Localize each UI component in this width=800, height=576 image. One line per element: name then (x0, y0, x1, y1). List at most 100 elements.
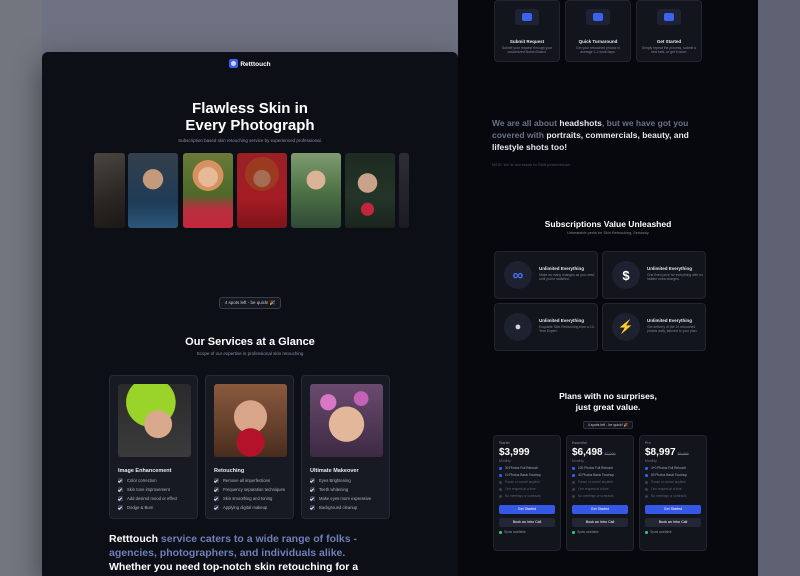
perk-title: Unlimited Everything (539, 266, 585, 271)
plan-price-value: $8,997 (645, 447, 676, 458)
service-image (118, 384, 191, 457)
plan-feature-text: Pause or cancel anytime (505, 480, 540, 484)
plan-feature: Pause or cancel anytime (572, 480, 628, 484)
plan-feature-text: One request at a time (505, 487, 536, 491)
plan-availability: Spots available (499, 530, 555, 534)
step-title: Get Started (656, 39, 682, 44)
bullet-icon (645, 480, 648, 484)
perk-card: ⚡ Unlimited Everything Get delivery of t… (602, 303, 706, 351)
plan-card-essential: Essential $6,498 $7,000 Monthly 100 Photo… (566, 435, 634, 551)
plan-availability-text: Spots available (577, 530, 599, 534)
person-icon: ● (504, 313, 532, 341)
audience-part2: Whether you need top-notch skin retouchi… (109, 561, 359, 573)
audience-brand: Retttouch (109, 533, 158, 545)
perk-title: Unlimited Everything (539, 318, 585, 323)
brand-logo[interactable]: Retttouch (42, 59, 458, 68)
plan-availability: Spots available (572, 530, 628, 534)
background-strip-right (758, 0, 800, 576)
plan-feature-text: One request at a time (651, 487, 682, 491)
plan-period: Monthly (572, 459, 584, 463)
service-feature-text: Add desired mood or effect (127, 496, 178, 501)
subscriptions-title: Subscriptions Value Unleashed (544, 219, 672, 229)
spots-badge-label: 4 spots left - be quick! 🎉 (218, 297, 282, 309)
status-dot-icon (572, 530, 575, 534)
plan-price: $6,498 $7,000 (572, 447, 628, 458)
plan-feature: 4+0 Photos Full Retouch (645, 466, 701, 470)
check-icon (118, 487, 123, 492)
bullet-icon (499, 466, 502, 470)
plan-feature-text: 10 Photos Basic Touchup (505, 473, 541, 477)
perk-title: Unlimited Everything (647, 318, 693, 323)
step-card-get-started: Get Started Simply repeat the process, s… (636, 0, 702, 62)
plan-feature: 30 Photos Full Retouch (499, 466, 555, 470)
plan-feature-text: 30 Photos Full Retouch (505, 466, 539, 470)
plan-card-pro: Pro $8,997 $9,999 Monthly 4+0 Photos Full… (639, 435, 707, 551)
hero-photo (94, 153, 125, 228)
about-pre: We are all about (492, 118, 560, 128)
background-strip-left (0, 0, 42, 576)
audience-statement: Retttouch service caters to a wide range… (109, 532, 389, 574)
bullet-icon (572, 487, 575, 491)
services-subtitle: Scope of our expertise in professional s… (196, 351, 304, 356)
book-intro-call-button[interactable]: Book an Intro Call (572, 518, 628, 527)
check-icon (310, 487, 315, 492)
get-started-button[interactable]: Get Started (499, 505, 555, 514)
bullet-icon (572, 494, 575, 498)
check-icon (214, 505, 219, 510)
service-feature-text: Dodge & Burn (127, 505, 154, 510)
plan-name: Essential (572, 441, 587, 445)
plan-price: $3,999 (499, 447, 555, 458)
service-feature: Frequency separation techniques (214, 487, 285, 492)
bullet-icon (645, 487, 648, 491)
clock-icon (586, 9, 610, 25)
plan-feature: One request at a time (645, 487, 701, 491)
service-feature: Skin tone improvement (118, 487, 189, 492)
get-started-button[interactable]: Get Started (572, 505, 628, 514)
service-name: Ultimate Makeover (310, 468, 359, 474)
service-feature-text: Remove all imperfections (223, 478, 271, 483)
hero-title: Flawless Skin in Every Photograph (42, 100, 458, 134)
subscriptions-subtitle: Unbeatable perks for Skin Retouching, Se… (567, 231, 649, 235)
service-card-image-enhancement[interactable]: Image Enhancement Color correction Skin … (109, 375, 198, 519)
bullet-icon (572, 480, 575, 484)
board-icon (515, 9, 539, 25)
service-feature-text: Skin tone improvement (127, 487, 170, 492)
services-title: Our Services at a Glance (185, 336, 315, 348)
plan-old-price: $9,999 (677, 452, 689, 456)
lightning-icon: ⚡ (612, 313, 640, 341)
audience-alike: alike. (319, 547, 346, 559)
service-image (214, 384, 287, 457)
service-feature-text: Make eyes more expressive (319, 496, 372, 501)
get-started-button[interactable]: Get Started (645, 505, 701, 514)
brand-name: Retttouch (240, 61, 271, 68)
landing-page-left: Retttouch Flawless Skin in Every Photogr… (42, 52, 458, 576)
plan-name: Starter (499, 441, 510, 445)
service-feature: Add desired mood or effect (118, 496, 189, 501)
hero-title-line1: Flawless Skin in (192, 100, 308, 117)
check-icon (310, 496, 315, 501)
service-feature: Skin smoothing and toning (214, 496, 285, 501)
plan-feature-text: 100 Photos Full Retouch (578, 466, 613, 470)
perk-desc: Make as many changes as you need until y… (539, 273, 595, 282)
service-card-retouching[interactable]: Retouching Remove all imperfections Freq… (205, 375, 294, 519)
service-feature-text: Color correction (127, 478, 157, 483)
service-card-ultimate-makeover[interactable]: Ultimate Makeover Eyes Brightening Teeth… (301, 375, 390, 519)
plan-old-price: $7,000 (604, 452, 616, 456)
about-statement: We are all about headshots, but we have … (492, 117, 714, 153)
check-icon (118, 496, 123, 501)
plans-spots-badge: 4 spots left - be quick! 🎉 (458, 413, 758, 431)
hero-subtitle: Subscription based skin retouching servi… (178, 138, 322, 143)
landing-page-right: Submit Request Submit your request throu… (458, 0, 758, 576)
plan-feature: 80 Photos Basic Touchup (645, 473, 701, 477)
service-feature: Make eyes more expressive (310, 496, 381, 501)
check-icon (310, 505, 315, 510)
plan-feature-text: No meetings or contracts (578, 494, 614, 498)
plan-feature: One request at a time (572, 487, 628, 491)
book-intro-call-button[interactable]: Book an Intro Call (499, 518, 555, 527)
plan-feature-text: One request at a time (578, 487, 609, 491)
perk-desc: One fixed price for everything with no h… (647, 273, 703, 282)
plan-price: $8,997 $9,999 (645, 447, 701, 458)
plan-feature: No meetings or contracts (645, 494, 701, 498)
bullet-icon (572, 466, 575, 470)
book-intro-call-button[interactable]: Book an Intro Call (645, 518, 701, 527)
